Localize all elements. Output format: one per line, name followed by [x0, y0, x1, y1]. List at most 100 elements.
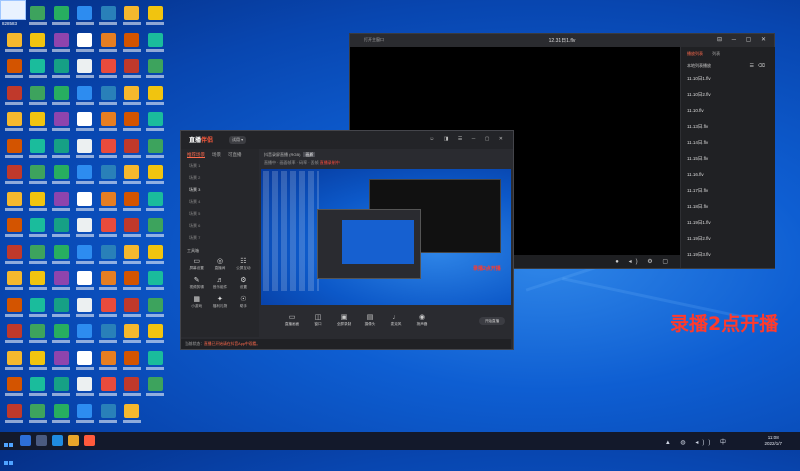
desktop-shortcut[interactable] — [51, 191, 71, 218]
desktop-shortcut[interactable] — [98, 271, 118, 297]
desktop-shortcut[interactable] — [145, 138, 165, 165]
fullscreen-icon[interactable]: ▢ — [662, 259, 672, 265]
stop-icon[interactable]: ● — [615, 259, 623, 265]
desktop-shortcut[interactable] — [122, 403, 142, 430]
desktop-shortcut[interactable] — [75, 6, 95, 32]
tool-button[interactable]: ✎ 视频剪辑 — [185, 276, 208, 290]
start-button[interactable] — [4, 435, 14, 465]
desktop-shortcut[interactable] — [75, 138, 95, 165]
desktop-shortcut[interactable] — [75, 403, 95, 430]
desktop-shortcut[interactable] — [98, 138, 118, 165]
desktop-shortcut[interactable] — [28, 377, 48, 403]
tool-button[interactable]: ♬ 音乐组件 — [208, 276, 231, 290]
desktop-shortcut[interactable] — [145, 350, 165, 377]
live-control-button[interactable]: ♩ 麦克风 — [385, 313, 407, 327]
desktop-shortcut[interactable] — [51, 271, 71, 297]
scene-item[interactable]: 场景 7 — [181, 233, 259, 245]
desktop-shortcut[interactable] — [51, 32, 71, 59]
desktop-shortcut[interactable] — [122, 59, 142, 85]
desktop-shortcut[interactable] — [145, 191, 165, 218]
desktop-shortcut[interactable] — [28, 244, 48, 271]
desktop-shortcut[interactable] — [75, 59, 95, 85]
desktop-shortcut[interactable] — [98, 324, 118, 350]
desktop-shortcut[interactable] — [4, 32, 24, 59]
desktop-shortcut[interactable] — [75, 112, 95, 138]
desktop-shortcut[interactable] — [122, 85, 142, 112]
desktop-shortcut[interactable] — [75, 377, 95, 403]
tool-button[interactable]: ▦ 小游戏 — [185, 295, 208, 309]
live-companion-window[interactable]: 直播伴侣 试用 ▾ ☺ ◨ ☰ ─ ▢ ✕ 推荐场景 场景 可直播 场景 1 场景 2… — [180, 130, 514, 350]
desktop-shortcut[interactable] — [28, 32, 48, 59]
desktop-shortcut[interactable] — [4, 59, 24, 85]
desktop-shortcut[interactable] — [75, 85, 95, 112]
tool-button[interactable]: ⚙ 设置 — [232, 276, 255, 290]
window-controls[interactable]: ⊟ ─ ▢ ✕ — [717, 36, 770, 43]
desktop-shortcut[interactable] — [145, 271, 165, 297]
scene-item[interactable]: 场景 2 — [181, 173, 259, 185]
tool-button[interactable]: ☉ 助手 — [232, 295, 255, 309]
desktop-shortcut[interactable] — [28, 85, 48, 112]
desktop-shortcut[interactable] — [98, 244, 118, 271]
desktop-shortcut[interactable] — [122, 350, 142, 377]
desktop-shortcut[interactable] — [75, 165, 95, 191]
desktop-shortcut[interactable] — [98, 218, 118, 244]
desktop-shortcut[interactable] — [4, 297, 24, 324]
desktop-shortcut[interactable] — [75, 191, 95, 218]
desktop-shortcut[interactable] — [28, 297, 48, 324]
scene-tab[interactable]: 推荐场景 — [187, 152, 205, 158]
desktop-shortcut[interactable] — [51, 403, 71, 430]
desktop-shortcut[interactable] — [98, 403, 118, 430]
desktop-shortcut[interactable] — [51, 218, 71, 244]
desktop-shortcut[interactable] — [98, 350, 118, 377]
desktop-shortcut[interactable] — [51, 297, 71, 324]
desktop-shortcut[interactable] — [122, 218, 142, 244]
desktop-shortcut[interactable] — [28, 112, 48, 138]
playlist-item[interactable]: 11.19日3.flv — [681, 247, 775, 263]
tab-playlist[interactable]: 播放列表 — [687, 51, 703, 56]
desktop-shortcut[interactable] — [4, 85, 24, 112]
version-badge[interactable]: 试用 ▾ — [229, 136, 247, 144]
volume-icon[interactable]: ◂) — [629, 259, 642, 265]
desktop-shortcut[interactable] — [51, 350, 71, 377]
desktop-shortcut[interactable] — [75, 350, 95, 377]
desktop-shortcut[interactable] — [28, 350, 48, 377]
scene-tab[interactable]: 场景 — [212, 152, 221, 157]
desktop-shortcut[interactable] — [4, 244, 24, 271]
desktop-shortcut[interactable] — [75, 271, 95, 297]
live-control-button[interactable]: ▭ 直播画面 — [281, 313, 303, 327]
desktop-shortcut[interactable] — [51, 6, 71, 32]
desktop-shortcut[interactable] — [122, 297, 142, 324]
desktop-shortcut[interactable] — [51, 324, 71, 350]
task-view-icon[interactable] — [36, 435, 47, 446]
desktop-shortcut[interactable] — [122, 6, 142, 32]
scene-item[interactable]: 场景 6 — [181, 221, 259, 233]
playlist-item[interactable]: 11.10日2.flv — [681, 87, 775, 103]
go-live-button[interactable]: 开始直播 — [479, 317, 505, 325]
desktop-shortcut[interactable] — [145, 244, 165, 271]
desktop-shortcut[interactable] — [4, 350, 24, 377]
tab-list[interactable]: 列表 — [712, 51, 720, 56]
scene-tab[interactable]: 可直播 — [228, 152, 242, 157]
tool-button[interactable]: ✦ 福利礼物 — [208, 295, 231, 309]
desktop-shortcut[interactable] — [122, 324, 142, 350]
live-control-button[interactable]: ▤ 摄像头 — [359, 313, 381, 327]
live-preview[interactable]: 录播2点开播 — [261, 169, 511, 305]
desktop-shortcut[interactable] — [28, 324, 48, 350]
desktop-shortcut[interactable] — [145, 324, 165, 350]
desktop-shortcut[interactable] — [51, 59, 71, 85]
desktop-shortcut[interactable] — [4, 165, 24, 191]
desktop-shortcut[interactable] — [28, 165, 48, 191]
desktop-shortcut[interactable] — [4, 218, 24, 244]
playlist-item[interactable]: 11.19日2.flv — [681, 231, 775, 247]
desktop-shortcut[interactable] — [28, 218, 48, 244]
desktop-shortcut[interactable] — [75, 324, 95, 350]
window-controls[interactable]: ☺ ◨ ☰ ─ ▢ ✕ — [429, 136, 507, 142]
search-icon[interactable] — [20, 435, 31, 446]
live-control-button[interactable]: ◫ 窗口 — [307, 313, 329, 327]
desktop-shortcut[interactable] — [51, 112, 71, 138]
playlist-item[interactable]: 11.10.flv — [681, 103, 775, 119]
desktop-shortcut[interactable] — [51, 165, 71, 191]
desktop-shortcut[interactable] — [98, 297, 118, 324]
desktop-shortcut[interactable] — [98, 112, 118, 138]
desktop-shortcut[interactable] — [122, 191, 142, 218]
